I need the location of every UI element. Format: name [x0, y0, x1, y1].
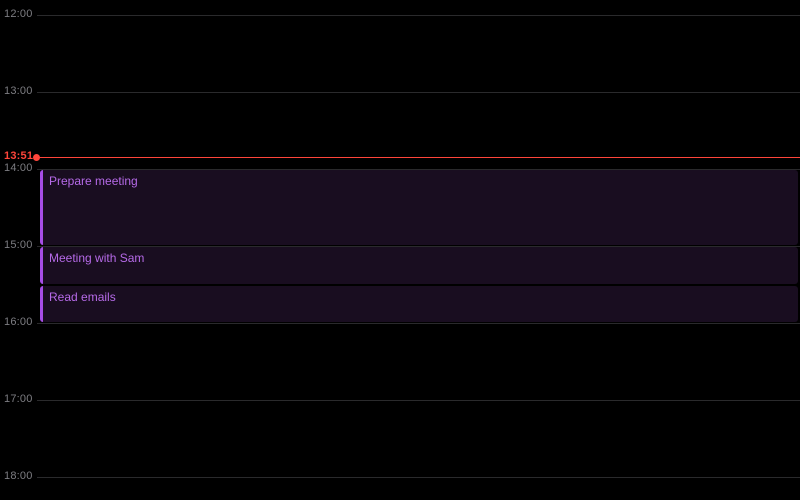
hour-gridline	[37, 15, 800, 16]
hour-label: 15:00	[4, 239, 33, 251]
hour-label: 17:00	[4, 393, 33, 405]
hour-label: 13:00	[4, 85, 33, 97]
hour-gridline	[37, 477, 800, 478]
event-title: Read emails	[49, 290, 792, 304]
calendar-event[interactable]: Read emails	[40, 286, 798, 322]
hour-gridline	[37, 92, 800, 93]
current-time-line	[37, 157, 800, 158]
current-time-dot-icon	[33, 154, 40, 161]
calendar-event[interactable]: Prepare meeting	[40, 170, 798, 245]
hour-label: 18:00	[4, 470, 33, 482]
hour-label: 14:00	[4, 162, 33, 174]
event-title: Prepare meeting	[49, 174, 792, 188]
calendar-event[interactable]: Meeting with Sam	[40, 247, 798, 284]
hour-label: 12:00	[4, 8, 33, 20]
current-time-label: 13:51	[4, 150, 33, 162]
hour-gridline	[37, 323, 800, 324]
event-title: Meeting with Sam	[49, 251, 792, 265]
calendar-day-view[interactable]: { "layout": { "start_hour": 12, "end_hou…	[0, 0, 800, 500]
hour-label: 16:00	[4, 316, 33, 328]
hour-gridline	[37, 400, 800, 401]
